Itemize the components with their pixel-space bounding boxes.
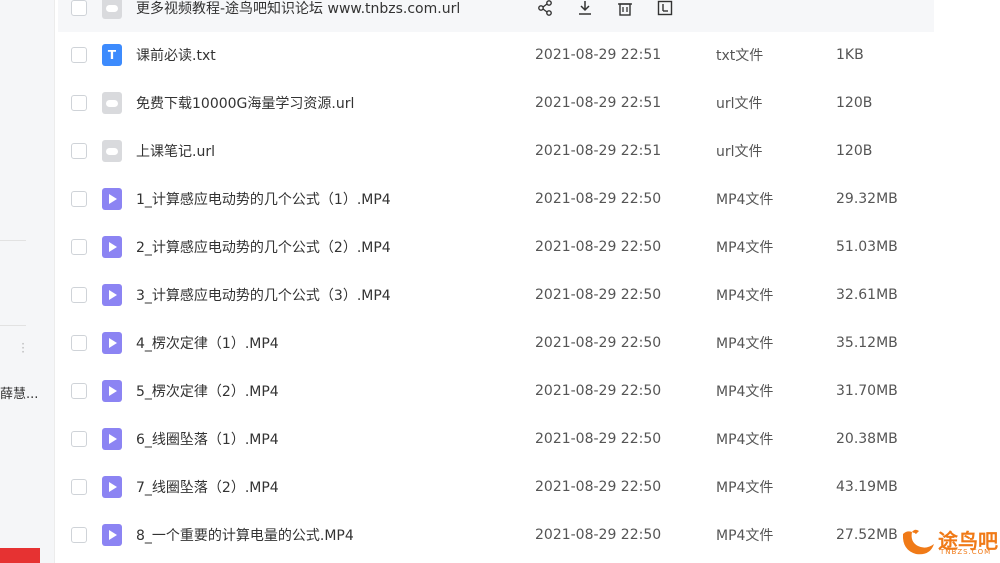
file-date: 2021-08-29 22:51 [535,95,662,111]
file-size: 51.03MB [836,239,898,255]
file-name[interactable]: 8_一个重要的计算电量的公式.MP4 [136,525,354,545]
sidebar-red-indicator [0,548,40,563]
file-type: url文件 [716,144,763,160]
file-size: 120B [836,143,873,159]
file-row[interactable]: 3_计算感应电动势的几个公式（3）.MP4 2021-08-29 22:50 M… [58,271,934,319]
video-file-icon [102,188,122,210]
file-name[interactable]: 6_线圈坠落（1）.MP4 [136,429,279,449]
file-type: txt文件 [716,48,764,64]
file-size: 31.70MB [836,383,898,399]
file-date: 2021-08-29 22:50 [535,191,662,207]
file-date: 2021-08-29 22:50 [535,431,662,447]
video-file-icon [102,236,122,258]
delete-icon[interactable] [616,0,634,17]
file-row[interactable]: 8_一个重要的计算电量的公式.MP4 2021-08-29 22:50 MP4文… [58,511,934,559]
file-name[interactable]: 2_计算感应电动势的几个公式（2）.MP4 [136,237,391,257]
row-checkbox[interactable] [71,479,87,495]
row-checkbox[interactable] [71,47,87,63]
file-type: MP4文件 [716,480,774,496]
row-checkbox[interactable] [71,383,87,399]
file-type: MP4文件 [716,528,774,544]
file-name[interactable]: 3_计算感应电动势的几个公式（3）.MP4 [136,285,391,305]
file-name[interactable]: 5_楞次定律（2）.MP4 [136,381,279,401]
file-row[interactable]: 更多视频教程-途鸟吧知识论坛 www.tnbzs.com.url [58,0,934,32]
more-icon[interactable] [656,0,674,17]
video-file-icon [102,332,122,354]
file-name[interactable]: 上课笔记.url [136,141,215,161]
file-date: 2021-08-29 22:50 [535,239,662,255]
row-checkbox[interactable] [71,335,87,351]
row-checkbox[interactable] [71,191,87,207]
row-checkbox[interactable] [71,239,87,255]
file-date: 2021-08-29 22:51 [535,47,662,63]
video-file-icon [102,284,122,306]
row-checkbox[interactable] [71,431,87,447]
file-name[interactable]: 更多视频教程-途鸟吧知识论坛 www.tnbzs.com.url [136,0,460,18]
file-name[interactable]: 1_计算感应电动势的几个公式（1）.MP4 [136,189,391,209]
row-checkbox[interactable] [71,95,87,111]
file-row[interactable]: 上课笔记.url 2021-08-29 22:51 url文件 120B [58,127,934,175]
file-row[interactable]: 4_楞次定律（1）.MP4 2021-08-29 22:50 MP4文件 35.… [58,319,934,367]
sidebar-divider [0,240,26,241]
video-file-icon [102,428,122,450]
url-file-icon [102,92,122,114]
watermark-subtext: TNBZS.COM [940,548,992,556]
share-icon[interactable] [536,0,554,17]
row-checkbox[interactable] [71,527,87,543]
file-row[interactable]: 1_计算感应电动势的几个公式（1）.MP4 2021-08-29 22:50 M… [58,175,934,223]
download-icon[interactable] [576,0,594,17]
file-size: 35.12MB [836,335,898,351]
row-checkbox[interactable] [71,0,87,16]
file-size: 1KB [836,47,864,63]
file-date: 2021-08-29 22:50 [535,335,662,351]
file-type: MP4文件 [716,288,774,304]
file-size: 43.19MB [836,479,898,495]
file-size: 20.38MB [836,431,898,447]
file-row[interactable]: T 课前必读.txt 2021-08-29 22:51 txt文件 1KB [58,31,934,79]
file-date: 2021-08-29 22:50 [535,287,662,303]
file-row[interactable]: 2_计算感应电动势的几个公式（2）.MP4 2021-08-29 22:50 M… [58,223,934,271]
file-size: 29.32MB [836,191,898,207]
file-date: 2021-08-29 22:51 [535,143,662,159]
file-type: MP4文件 [716,192,774,208]
file-type: MP4文件 [716,384,774,400]
file-size: 120B [836,95,873,111]
file-size: 32.61MB [836,287,898,303]
file-date: 2021-08-29 22:50 [535,383,662,399]
file-date: 2021-08-29 22:50 [535,527,662,543]
txt-file-icon: T [102,44,122,66]
file-name[interactable]: 免费下载10000G海量学习资源.url [136,93,354,113]
file-type: MP4文件 [716,240,774,256]
url-file-icon [102,0,122,19]
file-name[interactable]: 课前必读.txt [136,45,216,65]
file-type: url文件 [716,96,763,112]
file-type: MP4文件 [716,336,774,352]
file-name[interactable]: 7_线圈坠落（2）.MP4 [136,477,279,497]
row-actions [536,0,674,18]
more-options-icon[interactable]: · · · [20,338,26,358]
video-file-icon [102,524,122,546]
video-file-icon [102,476,122,498]
sidebar-divider [0,325,26,326]
video-file-icon [102,380,122,402]
bird-logo-icon [902,529,934,555]
file-row[interactable]: 免费下载10000G海量学习资源.url 2021-08-29 22:51 ur… [58,79,934,127]
file-type: MP4文件 [716,432,774,448]
row-checkbox[interactable] [71,287,87,303]
file-row[interactable]: 6_线圈坠落（1）.MP4 2021-08-29 22:50 MP4文件 20.… [58,415,934,463]
file-size: 27.52MB [836,527,898,543]
file-row[interactable]: 5_楞次定律（2）.MP4 2021-08-29 22:50 MP4文件 31.… [58,367,934,415]
watermark-logo: 途鸟吧 TNBZS.COM [900,524,998,560]
row-checkbox[interactable] [71,143,87,159]
file-name[interactable]: 4_楞次定律（1）.MP4 [136,333,279,353]
url-file-icon [102,140,122,162]
sidebar: · · · 薛慧... [0,0,55,563]
sidebar-user-name[interactable]: 薛慧... [0,383,38,402]
file-row[interactable]: 7_线圈坠落（2）.MP4 2021-08-29 22:50 MP4文件 43.… [58,463,934,511]
file-date: 2021-08-29 22:50 [535,479,662,495]
